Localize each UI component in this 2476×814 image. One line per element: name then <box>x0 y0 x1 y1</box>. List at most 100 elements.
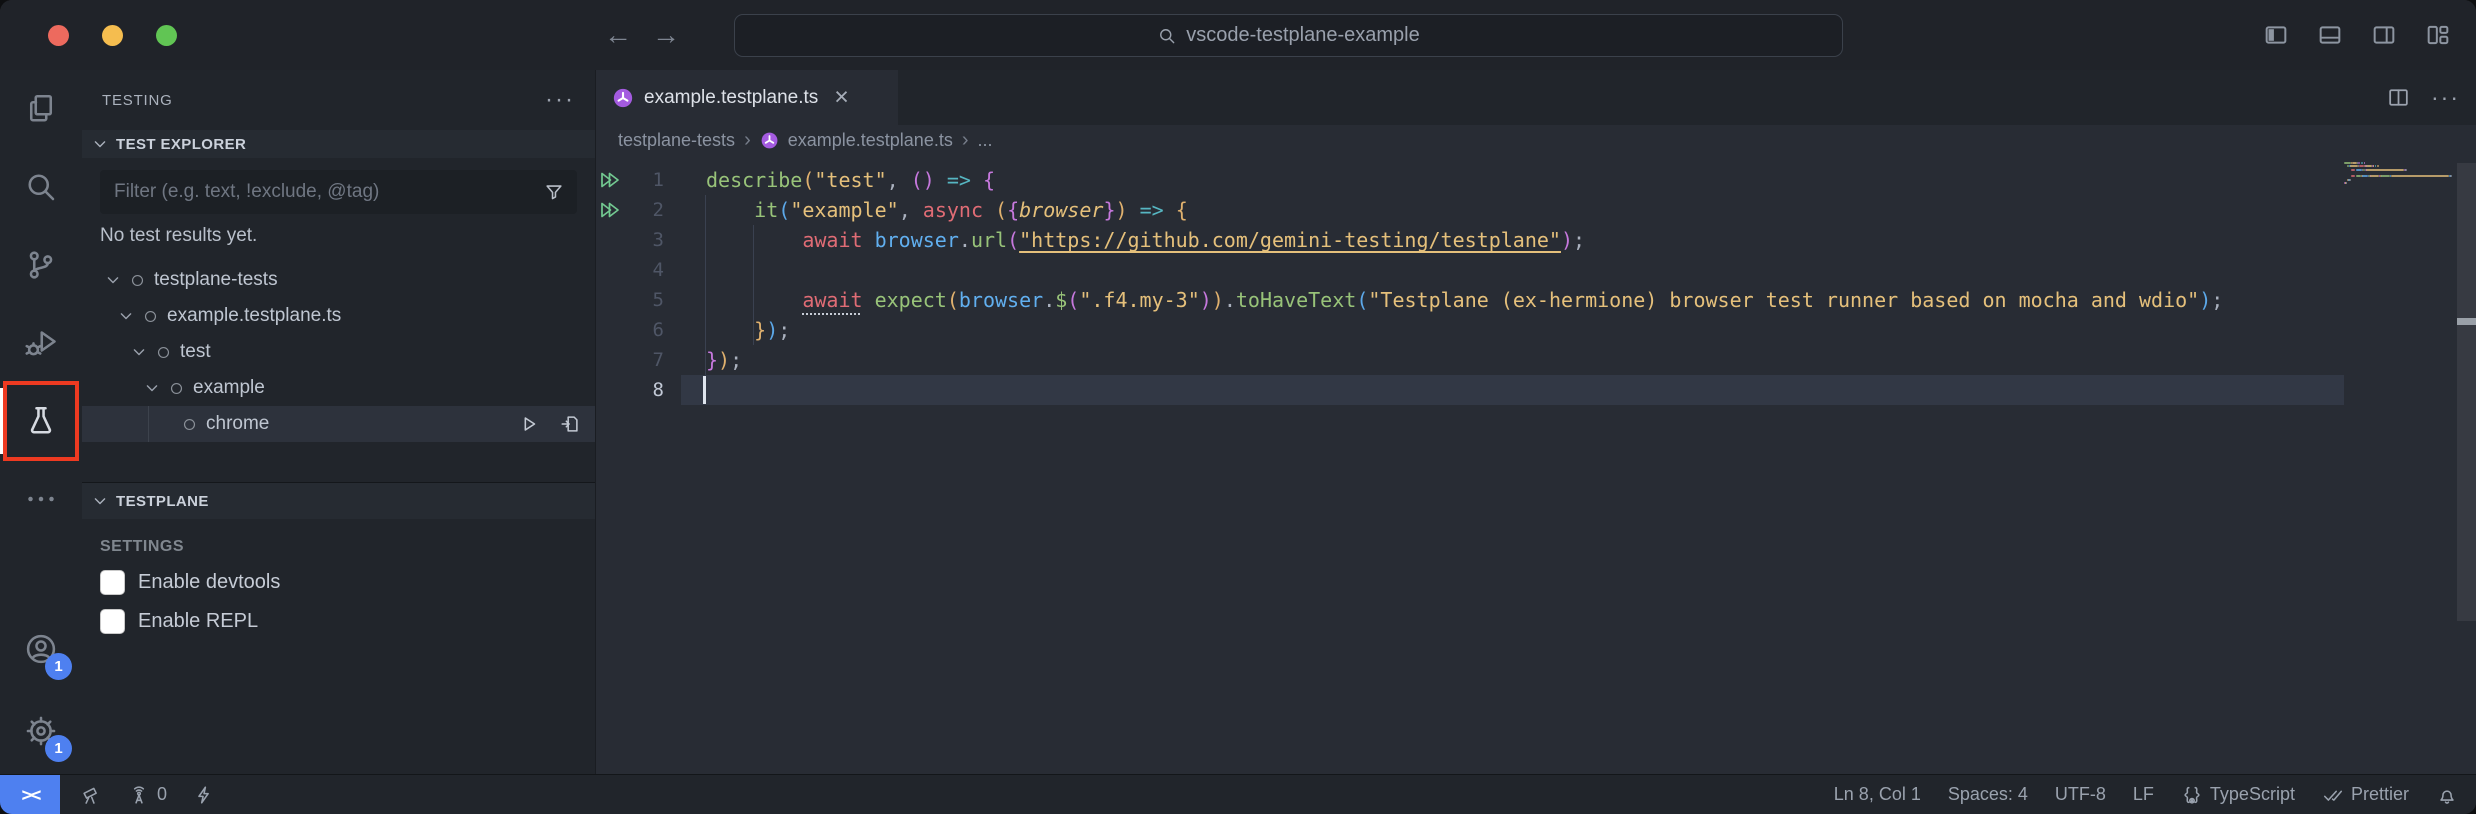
status-item-lightning[interactable] <box>193 784 215 806</box>
editor-group: example.testplane.ts × ··· testplane-tes… <box>596 70 2476 774</box>
checkbox-label: Enable REPL <box>138 610 258 633</box>
section-testplane[interactable]: TESTPLANE <box>82 482 595 519</box>
status-item-label: UTF-8 <box>2055 784 2106 805</box>
layout-sidebar-right-icon[interactable] <box>2370 21 2398 49</box>
test-tree-item-example-testplane-ts[interactable]: example.testplane.ts <box>82 298 595 334</box>
circle-state-icon <box>168 380 185 397</box>
tree-item-actions <box>518 413 595 435</box>
layout-sidebar-left-icon[interactable] <box>2262 21 2290 49</box>
titlebar: ← → vscode-testplane-example <box>0 0 2476 70</box>
editor-more-actions-button[interactable]: ··· <box>2431 84 2460 111</box>
scrollbar[interactable] <box>2457 163 2476 621</box>
sidebar-more-actions-button[interactable]: ··· <box>545 86 575 114</box>
run-test-button[interactable] <box>518 413 540 435</box>
circle-state-icon <box>142 308 159 325</box>
status-item-prettier[interactable]: Prettier <box>2322 784 2409 806</box>
section-test-explorer[interactable]: TEST EXPLORER <box>82 130 595 158</box>
section-label: TESTPLANE <box>116 493 209 510</box>
files-icon <box>23 91 59 127</box>
status-item-label: Prettier <box>2351 784 2409 805</box>
search-icon <box>23 169 59 205</box>
test-tree: testplane-tests example.testplane.ts teste… <box>82 262 595 442</box>
checkbox-box[interactable] <box>100 570 125 595</box>
status-item-ln-8-col-1[interactable]: Ln 8, Col 1 <box>1834 784 1921 805</box>
text-cursor <box>703 376 706 404</box>
status-item-lf[interactable]: LF <box>2133 784 2154 805</box>
close-tab-button[interactable]: × <box>834 85 849 110</box>
activity-item-accounts[interactable]: 1 <box>17 610 65 688</box>
split-editor-icon[interactable] <box>2386 85 2411 110</box>
activity-item-source-control[interactable] <box>17 226 65 304</box>
braces-icon <box>2181 784 2203 806</box>
code-line-5: 5 await expect(browser.$(".f4.my-3")).to… <box>596 285 2476 315</box>
sidebar-testing: TESTING ··· TEST EXPLORER No test result… <box>82 70 596 774</box>
activity-item-search[interactable] <box>17 148 65 226</box>
test-tree-item-test[interactable]: test <box>82 334 595 370</box>
layout-custom-icon[interactable] <box>2424 21 2452 49</box>
goto-test-button[interactable] <box>559 413 581 435</box>
beaker-icon <box>23 403 59 439</box>
status-item-telescope[interactable] <box>80 784 102 806</box>
badge: 1 <box>45 653 72 680</box>
back-button[interactable]: ← <box>604 19 632 51</box>
code-editor[interactable]: 1describe("test", () => {2 it("example",… <box>596 155 2476 774</box>
status-item-0[interactable]: 0 <box>128 784 167 806</box>
test-tree-item-testplane-tests[interactable]: testplane-tests <box>82 262 595 298</box>
status-item-typescript[interactable]: TypeScript <box>2181 784 2295 806</box>
line-number: 4 <box>628 259 664 281</box>
activity-item-explorer[interactable] <box>17 70 65 148</box>
minimize-window-button[interactable] <box>102 25 123 46</box>
checkbox-enable-repl[interactable]: Enable REPL <box>100 609 577 634</box>
search-icon <box>1157 26 1177 46</box>
tab-label: example.testplane.ts <box>644 87 818 109</box>
remote-indicator-button[interactable]: >< <box>0 775 60 814</box>
checkbox-enable-devtools[interactable]: Enable devtools <box>100 570 577 595</box>
status-item-utf-8[interactable]: UTF-8 <box>2055 784 2106 805</box>
chevron-down-icon <box>90 134 110 154</box>
zoom-window-button[interactable] <box>156 25 177 46</box>
run-test-gutter-button[interactable] <box>598 168 622 192</box>
tree-item-label: example.testplane.ts <box>167 305 341 327</box>
layout-panel-icon[interactable] <box>2316 21 2344 49</box>
chevron-down-icon <box>90 491 110 511</box>
status-left: 0 <box>60 775 215 814</box>
forward-button[interactable]: → <box>652 19 680 51</box>
breadcrumb-item[interactable]: testplane-tests <box>618 130 735 151</box>
tab-example-testplane-ts[interactable]: example.testplane.ts × <box>596 70 898 125</box>
activity-item-testing[interactable] <box>17 382 65 460</box>
minimap[interactable] <box>2344 162 2458 196</box>
activity-item-more[interactable] <box>17 460 65 538</box>
code-line-3: 3 await browser.url("https://github.com/… <box>596 225 2476 255</box>
filter-icon[interactable] <box>543 181 565 203</box>
editor-actions: ··· <box>2386 70 2476 125</box>
test-filter-input[interactable] <box>112 180 543 204</box>
chevron-down-icon <box>116 306 136 326</box>
activity-item-run-debug[interactable] <box>17 304 65 382</box>
breadcrumb-item[interactable]: ... <box>978 130 993 151</box>
radio-tower-icon <box>128 784 150 806</box>
code-line-8: 8 <box>596 375 2476 405</box>
tree-item-label: testplane-tests <box>154 269 278 291</box>
telescope-icon <box>80 784 102 806</box>
ellipsis-icon <box>23 481 59 517</box>
test-explorer-body: No test results yet. testplane-testsexam… <box>82 158 595 482</box>
activity-item-settings[interactable]: 1 <box>17 692 65 770</box>
history-nav: ← → <box>604 0 680 70</box>
close-window-button[interactable] <box>48 25 69 46</box>
line-number: 6 <box>628 319 664 341</box>
run-test-gutter-button[interactable] <box>598 198 622 222</box>
code-line-4: 4 <box>596 255 2476 285</box>
code-line-1: 1describe("test", () => { <box>596 165 2476 195</box>
workbench: 11 TESTING ··· TEST EXPLORER No test res… <box>0 70 2476 774</box>
test-tree-item-chrome[interactable]: chrome <box>82 406 595 442</box>
settings-label: SETTINGS <box>100 538 577 556</box>
checkbox-box[interactable] <box>100 609 125 634</box>
tab-bar: example.testplane.ts × ··· <box>596 70 2476 125</box>
command-center[interactable]: vscode-testplane-example <box>734 14 1843 57</box>
test-tree-item-example[interactable]: example <box>82 370 595 406</box>
code-text: it("example", async ({browser}) => { <box>706 195 1188 225</box>
breadcrumb-item[interactable]: example.testplane.ts <box>788 130 953 151</box>
status-item-spaces-4[interactable]: Spaces: 4 <box>1948 784 2028 805</box>
status-right: Ln 8, Col 1 Spaces: 4 UTF-8 LF TypeScript Pre… <box>1834 775 2476 814</box>
status-item-bell[interactable] <box>2436 784 2458 806</box>
